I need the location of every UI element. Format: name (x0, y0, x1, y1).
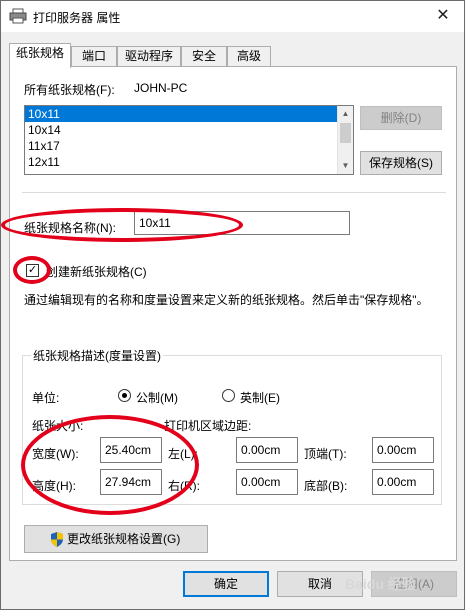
right-margin-input[interactable]: 0.00cm (236, 469, 298, 495)
all-forms-label: 所有纸张规格(F): (24, 83, 115, 97)
tab-advanced[interactable]: 高级 (227, 46, 271, 67)
top-margin-input[interactable]: 0.00cm (372, 437, 434, 463)
list-item[interactable]: 10x14 (25, 122, 338, 138)
top-margin-label: 顶端(T): (304, 447, 347, 461)
annotation-ellipse (13, 256, 51, 284)
save-form-button[interactable]: 保存规格(S) (360, 151, 442, 175)
list-item[interactable]: 11x17 (25, 138, 338, 154)
divider (22, 192, 446, 193)
tab-forms[interactable]: 纸张规格 (9, 43, 71, 68)
description-text: 通过编辑现有的名称和度量设置来定义新的纸张规格。然后单击"保存规格"。 (24, 293, 429, 307)
delete-button[interactable]: 删除(D) (360, 106, 442, 130)
units-label: 单位: (32, 391, 60, 405)
printer-icon (9, 8, 27, 24)
computer-name: JOHN-PC (134, 81, 188, 95)
scroll-up-icon[interactable]: ▲ (338, 106, 353, 122)
tab-drivers[interactable]: 驱动程序 (117, 46, 181, 67)
list-item[interactable]: 10x11 (25, 106, 338, 122)
uac-shield-icon (51, 532, 63, 547)
annotation-ellipse (1, 208, 243, 242)
left-margin-input[interactable]: 0.00cm (236, 437, 298, 463)
tab-ports[interactable]: 端口 (71, 46, 117, 67)
english-label: 英制(E) (240, 391, 280, 405)
list-item[interactable]: 12x11 (25, 154, 338, 170)
metric-label: 公制(M) (136, 391, 178, 405)
change-form-settings-button[interactable]: 更改纸张规格设置(G) (24, 525, 208, 553)
scroll-down-icon[interactable]: ▼ (338, 158, 353, 174)
tab-security[interactable]: 安全 (181, 46, 227, 67)
create-new-form-label: 创建新纸张规格(C) (46, 265, 147, 279)
forms-listbox[interactable]: 10x11 10x14 11x17 12x11 ▲ ▼ (24, 105, 354, 175)
title-bar: 打印服务器 属性 ✕ (1, 1, 464, 32)
close-button[interactable]: ✕ (428, 4, 458, 28)
bottom-margin-input[interactable]: 0.00cm (372, 469, 434, 495)
group-title: 纸张规格描述(度量设置) (31, 347, 163, 364)
change-form-settings-label: 更改纸张规格设置(G) (67, 532, 181, 546)
baidu-watermark: Baidu 经验 (345, 576, 416, 592)
listbox-scrollbar[interactable]: ▲ ▼ (337, 106, 353, 174)
metric-radio[interactable] (118, 389, 131, 402)
english-radio[interactable] (222, 389, 235, 402)
scroll-thumb[interactable] (340, 123, 351, 143)
annotation-ellipse (21, 415, 199, 515)
close-icon: ✕ (436, 7, 450, 24)
ok-button[interactable]: 确定 (183, 571, 269, 597)
bottom-margin-label: 底部(B): (304, 479, 348, 493)
print-server-properties-window: 打印服务器 属性 ✕ 纸张规格 端口 驱动程序 安全 高级 所有纸张规格(F):… (0, 0, 465, 610)
window-title: 打印服务器 属性 (33, 11, 121, 25)
